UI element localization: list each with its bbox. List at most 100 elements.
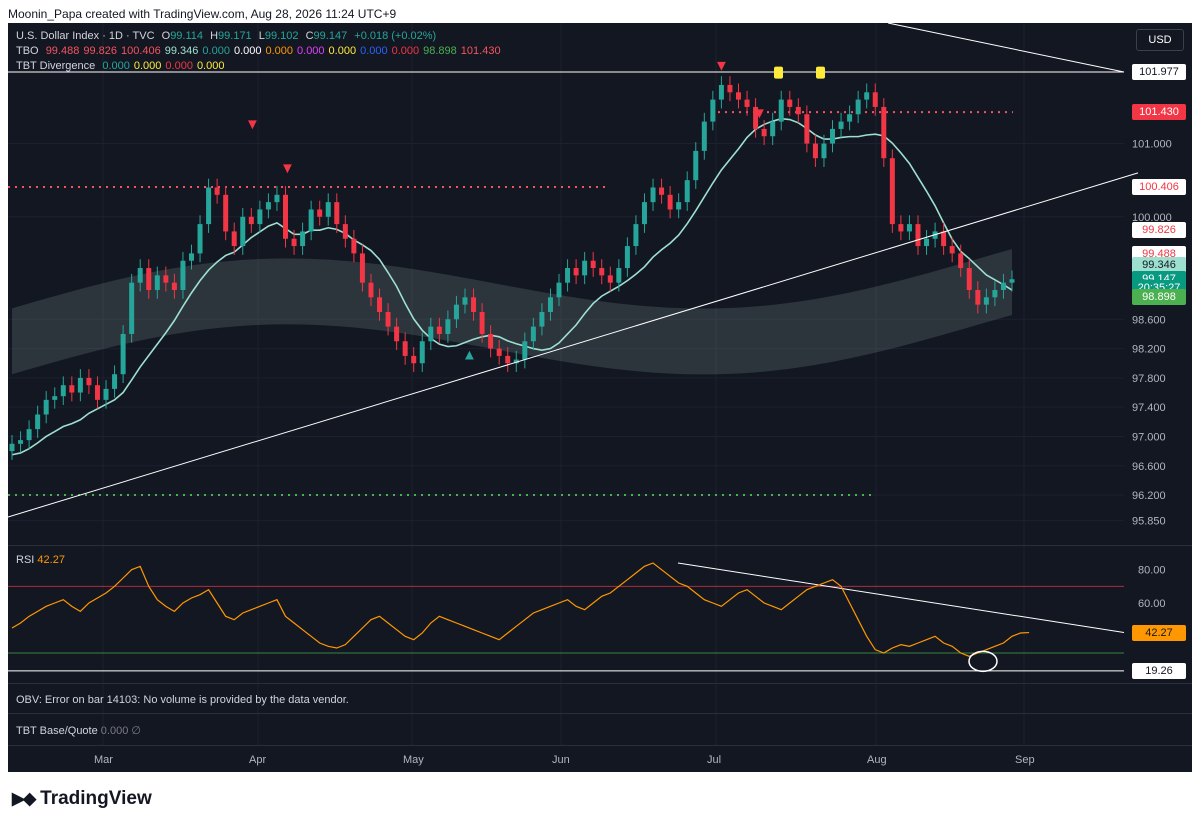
candle-body — [556, 282, 562, 298]
price-tag: 99.826 — [1132, 221, 1186, 238]
candle-body — [342, 224, 348, 239]
price-tick-label: 96.200 — [1132, 490, 1166, 502]
candle-body — [359, 253, 365, 283]
candle-body — [924, 238, 930, 247]
rsi-name: RSI — [16, 554, 35, 566]
base-quote-name: TBT Base/Quote — [16, 725, 98, 737]
candle-body — [650, 187, 656, 203]
close-value: 99.147 — [313, 30, 348, 42]
candle-body — [394, 326, 400, 342]
price-tick-label: 97.400 — [1132, 402, 1166, 414]
symbol-title[interactable]: U.S. Dollar Index · 1D · TVC — [16, 30, 155, 42]
candle-body — [522, 341, 528, 360]
rsi-value: 42.27 — [37, 554, 65, 566]
pane-separator[interactable] — [8, 713, 1192, 714]
legend-value: 99.488 — [45, 45, 80, 57]
candle-body — [761, 128, 767, 137]
candle-body — [334, 202, 340, 225]
pane-separator — [8, 745, 1192, 746]
candle-body — [411, 355, 417, 364]
candle-body — [804, 114, 810, 144]
ichimoku-cloud — [12, 249, 1012, 375]
pane-separator[interactable] — [8, 683, 1192, 684]
tbo-name: TBO — [16, 45, 39, 57]
candle-body — [248, 216, 254, 225]
symbol-legend[interactable]: U.S. Dollar Index · 1D · TVC O99.114 H99… — [16, 30, 444, 42]
candle-body — [735, 92, 741, 100]
legend-value: 99.346 — [164, 45, 199, 57]
candle-body — [265, 202, 271, 210]
rsi-last-tag: 42.27 — [1132, 624, 1186, 641]
candle-body — [701, 121, 707, 151]
price-tick-label: 97.800 — [1132, 373, 1166, 385]
chart-panel[interactable]: 101.000 100.000 98.600 98.200 97.800 97.400 97… — [8, 23, 1192, 772]
candle-body — [471, 297, 477, 312]
candle-body — [35, 414, 41, 430]
obv-legend[interactable]: OBV: Error on bar 14103: No volume is pr… — [16, 694, 349, 706]
candle-body — [453, 304, 459, 320]
base-quote-legend[interactable]: TBT Base/Quote 0.000 ∅ — [16, 724, 141, 737]
candle-body — [60, 385, 66, 397]
candle-body — [898, 224, 904, 232]
candle-body — [847, 114, 853, 122]
legend-value: 0.000 — [328, 45, 357, 57]
candle-body — [351, 238, 357, 254]
divergence-legend[interactable]: TBT Divergence 0.000 0.000 0.000 0.000 — [16, 60, 232, 72]
rsi-trendline — [677, 562, 1125, 633]
candle-body — [112, 374, 118, 389]
high-value: 99.171 — [218, 30, 252, 42]
legend-value: 0.000 — [297, 45, 325, 57]
legend-value: 99.826 — [83, 45, 117, 57]
rsi-highlight-circle — [968, 650, 998, 673]
price-tick-label: 97.000 — [1132, 431, 1166, 443]
candle-body — [377, 297, 383, 312]
candle-body — [659, 187, 665, 195]
candle-body — [624, 246, 630, 269]
candle-body — [607, 275, 613, 283]
candle-body — [419, 341, 425, 364]
tradingview-wordmark: TradingView — [40, 788, 152, 809]
chart-canvas[interactable]: 101.000100.00098.60098.20097.80097.40097… — [8, 23, 1192, 772]
candle-body — [958, 253, 964, 269]
candle-body — [77, 377, 83, 393]
candle-body — [317, 209, 323, 217]
price-tag: 100.406 — [1132, 179, 1186, 196]
price-tag: 101.430 — [1132, 104, 1186, 121]
time-tick-label: Apr — [249, 754, 266, 766]
time-tick-label: Sep — [1015, 754, 1035, 766]
candle-body — [633, 224, 639, 247]
candle-body — [308, 209, 314, 232]
candle-body — [855, 99, 861, 115]
alert-flag — [816, 66, 825, 79]
candle-body — [274, 194, 280, 203]
candle-body — [188, 253, 194, 261]
rsi-legend[interactable]: RSI 42.27 — [16, 554, 65, 566]
candle-body — [812, 143, 818, 159]
screenshot-frame: Moonin_Papa created with TradingView.com… — [0, 0, 1200, 825]
candle-body — [787, 99, 793, 107]
candle-body — [821, 143, 827, 159]
candle-body — [231, 231, 237, 247]
candle-body — [616, 268, 622, 283]
pane-separator[interactable] — [8, 545, 1192, 546]
tbo-legend[interactable]: TBO 99.488 99.826 100.406 99.346 0.000 0.000 0… — [16, 45, 509, 57]
signal-marker: ▼ — [752, 105, 767, 122]
candle-body — [163, 275, 169, 283]
candle-body — [223, 194, 229, 232]
candle-body — [436, 326, 442, 334]
candle-body — [368, 282, 374, 298]
candle-body — [573, 268, 579, 276]
candle-body — [539, 311, 545, 327]
candle-body — [906, 224, 912, 232]
candle-body — [838, 121, 844, 129]
candle-body — [770, 121, 776, 137]
candle-body — [718, 84, 724, 100]
candle-body — [983, 297, 989, 305]
price-tick-label: 96.600 — [1132, 461, 1166, 473]
candle-body — [1009, 279, 1015, 283]
currency-button[interactable]: USD — [1136, 29, 1184, 51]
candle-body — [488, 333, 494, 349]
candle-body — [129, 282, 135, 334]
candle-body — [693, 150, 699, 181]
price-tick-label: 95.850 — [1132, 516, 1166, 528]
